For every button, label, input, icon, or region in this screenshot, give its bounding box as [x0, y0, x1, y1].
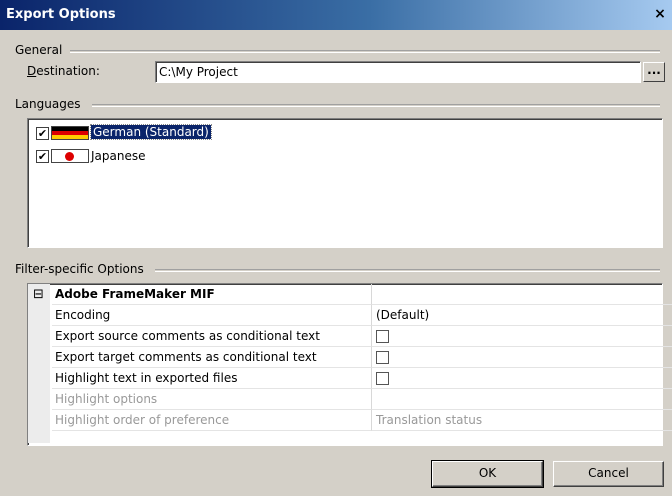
- language-label-japanese: Japanese: [91, 149, 146, 163]
- property-value[interactable]: (Default): [372, 305, 672, 326]
- flag-germany-icon: [51, 126, 89, 140]
- category-title: Adobe FrameMaker MIF: [52, 284, 372, 305]
- flag-japan-icon: [51, 149, 89, 163]
- browse-button[interactable]: ...: [643, 62, 665, 82]
- general-group-label: General: [15, 43, 63, 57]
- cancel-button[interactable]: Cancel: [553, 461, 664, 487]
- language-label-german: German (Standard): [90, 124, 212, 140]
- property-name: Encoding: [52, 305, 372, 326]
- languages-divider: [92, 104, 660, 107]
- filter-group-label: Filter-specific Options: [15, 262, 144, 276]
- highlight-text-checkbox[interactable]: [376, 372, 389, 385]
- property-grid[interactable]: ⊟ Adobe FrameMaker MIF Encoding (Default…: [27, 283, 672, 446]
- ok-button[interactable]: OK: [431, 460, 544, 488]
- property-name: Highlight options: [52, 389, 372, 410]
- property-value: [372, 389, 672, 410]
- property-name: Export source comments as conditional te…: [52, 326, 372, 347]
- property-name: Export target comments as conditional te…: [52, 347, 372, 368]
- grid-gutter: [28, 284, 50, 443]
- property-value: [372, 326, 672, 347]
- filter-divider: [155, 269, 660, 272]
- destination-value: C:\My Project: [159, 65, 238, 79]
- window-title: Export Options: [6, 7, 116, 22]
- japanese-checkbox[interactable]: ✔: [36, 150, 49, 163]
- export-source-comments-checkbox[interactable]: [376, 330, 389, 343]
- languages-group-label: Languages: [15, 97, 81, 111]
- destination-label: Destination:: [27, 64, 100, 78]
- property-value: [372, 347, 672, 368]
- german-checkbox[interactable]: ✔: [36, 127, 49, 140]
- destination-input[interactable]: C:\My Project: [155, 61, 641, 83]
- category-value: [372, 284, 672, 305]
- property-value: [372, 368, 672, 389]
- property-value: Translation status: [372, 410, 672, 431]
- language-item-japanese[interactable]: ✔ Japanese: [36, 149, 146, 164]
- property-name: Highlight order of preference: [52, 410, 372, 431]
- collapse-icon[interactable]: ⊟: [33, 288, 44, 301]
- property-name: Highlight text in exported files: [52, 368, 372, 389]
- general-divider: [70, 50, 660, 53]
- languages-list[interactable]: ✔ German (Standard) ✔ Japanese: [27, 118, 663, 248]
- close-button[interactable]: ×: [652, 6, 668, 22]
- export-target-comments-checkbox[interactable]: [376, 351, 389, 364]
